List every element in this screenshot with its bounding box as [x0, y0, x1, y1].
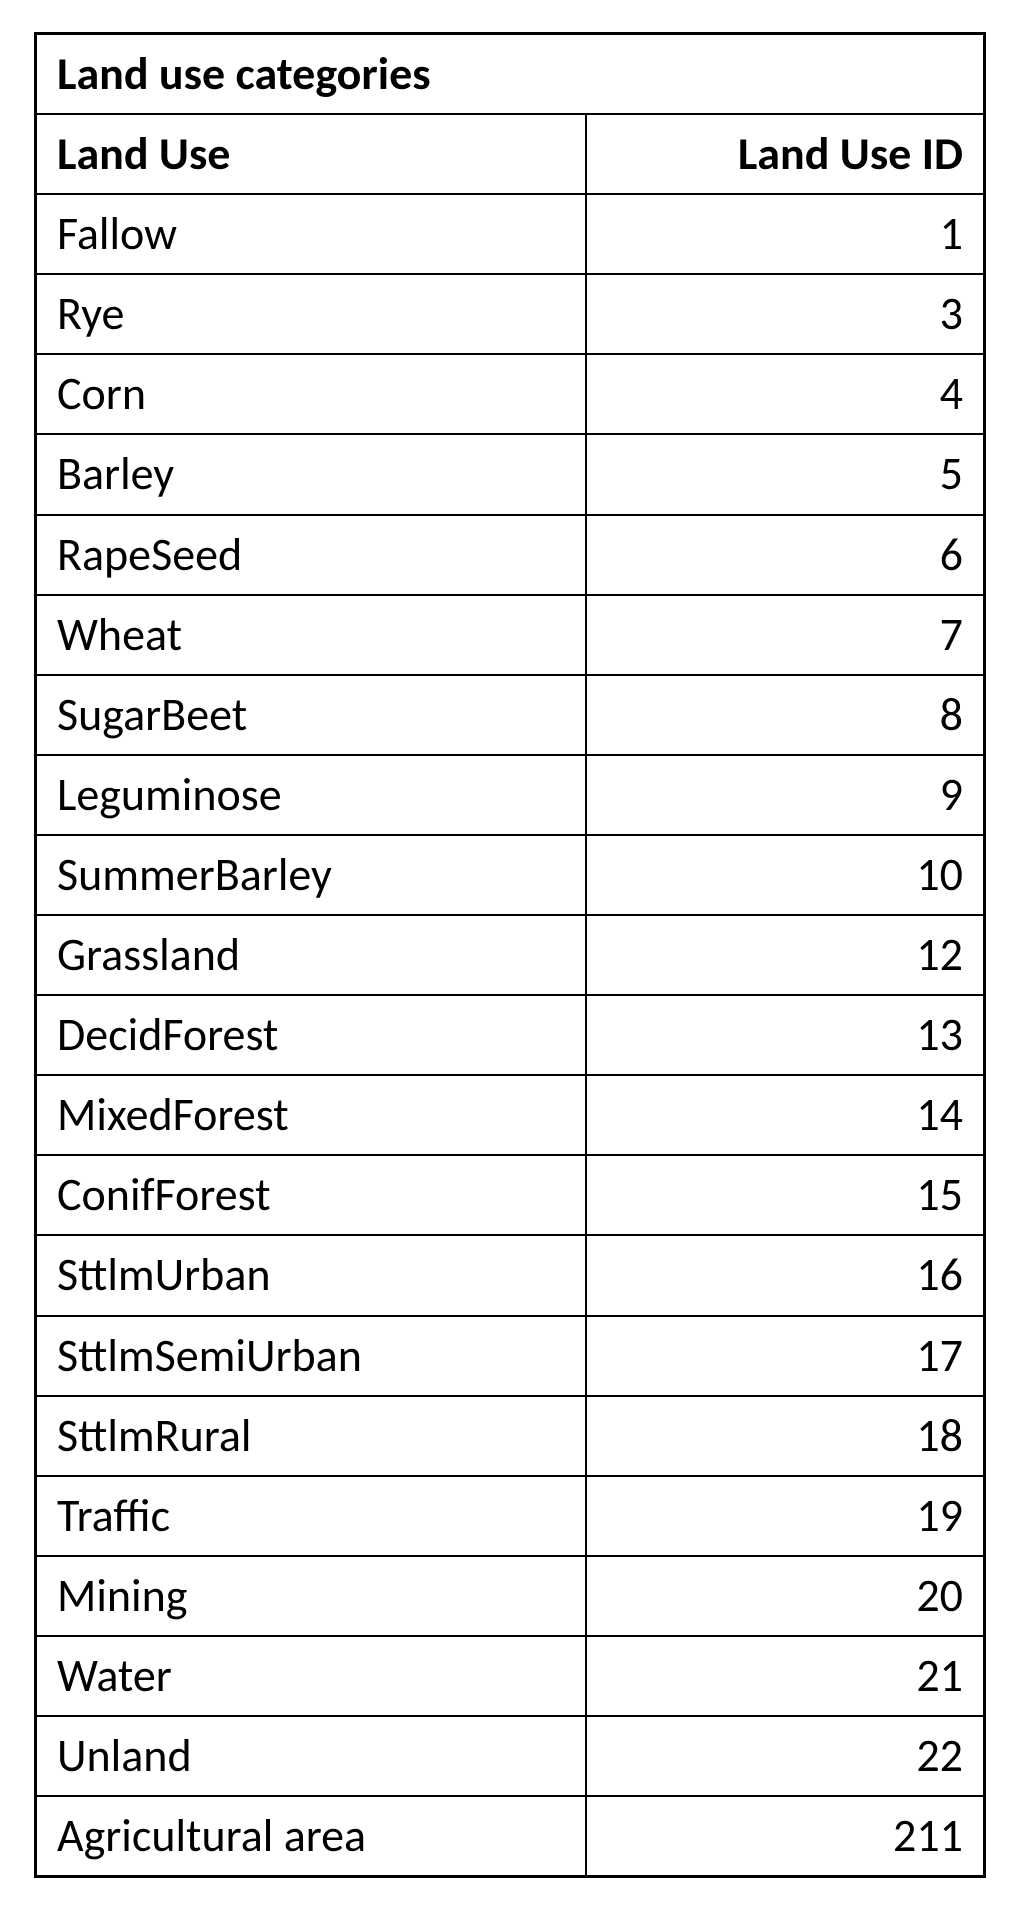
cell-land-use-id: 3 — [586, 274, 985, 354]
cell-land-use-id: 19 — [586, 1476, 985, 1556]
cell-land-use: Traffic — [36, 1476, 586, 1556]
table-row: Rye3 — [36, 274, 985, 354]
cell-land-use: SummerBarley — [36, 835, 586, 915]
cell-land-use-id: 21 — [586, 1636, 985, 1716]
cell-land-use-id: 8 — [586, 675, 985, 755]
table-body: Land use categories Land Use Land Use ID… — [36, 34, 985, 1877]
cell-land-use-id: 7 — [586, 595, 985, 675]
cell-land-use: Fallow — [36, 194, 586, 274]
cell-land-use-id: 10 — [586, 835, 985, 915]
cell-land-use-id: 13 — [586, 995, 985, 1075]
cell-land-use: Water — [36, 1636, 586, 1716]
table-title-row: Land use categories — [36, 34, 985, 115]
table-row: Water21 — [36, 1636, 985, 1716]
cell-land-use: RapeSeed — [36, 515, 586, 595]
cell-land-use-id: 9 — [586, 755, 985, 835]
cell-land-use-id: 1 — [586, 194, 985, 274]
table-row: SttlmRural18 — [36, 1396, 985, 1476]
column-header-land-use-id: Land Use ID — [586, 114, 985, 194]
table-title: Land use categories — [36, 34, 985, 115]
table-row: SugarBeet8 — [36, 675, 985, 755]
table-row: Fallow1 — [36, 194, 985, 274]
table-header-row: Land Use Land Use ID — [36, 114, 985, 194]
column-header-land-use: Land Use — [36, 114, 586, 194]
cell-land-use: Unland — [36, 1716, 586, 1796]
cell-land-use: SttlmRural — [36, 1396, 586, 1476]
table-row: Wheat7 — [36, 595, 985, 675]
cell-land-use: Mining — [36, 1556, 586, 1636]
cell-land-use-id: 16 — [586, 1235, 985, 1315]
cell-land-use: Grassland — [36, 915, 586, 995]
cell-land-use-id: 18 — [586, 1396, 985, 1476]
land-use-table: Land use categories Land Use Land Use ID… — [34, 32, 986, 1878]
table-row: Traffic19 — [36, 1476, 985, 1556]
table-row: DecidForest13 — [36, 995, 985, 1075]
table-row: Corn4 — [36, 354, 985, 434]
cell-land-use: Leguminose — [36, 755, 586, 835]
cell-land-use-id: 6 — [586, 515, 985, 595]
cell-land-use-id: 4 — [586, 354, 985, 434]
cell-land-use: ConifForest — [36, 1155, 586, 1235]
table-row: Barley5 — [36, 434, 985, 514]
table-row: Unland22 — [36, 1716, 985, 1796]
cell-land-use: SttlmSemiUrban — [36, 1316, 586, 1396]
cell-land-use: DecidForest — [36, 995, 586, 1075]
table-row: Grassland12 — [36, 915, 985, 995]
table-row: MixedForest14 — [36, 1075, 985, 1155]
cell-land-use: SugarBeet — [36, 675, 586, 755]
cell-land-use-id: 5 — [586, 434, 985, 514]
cell-land-use-id: 12 — [586, 915, 985, 995]
table-row: Agricultural area211 — [36, 1796, 985, 1877]
cell-land-use-id: 17 — [586, 1316, 985, 1396]
cell-land-use-id: 14 — [586, 1075, 985, 1155]
cell-land-use: Agricultural area — [36, 1796, 586, 1877]
cell-land-use-id: 15 — [586, 1155, 985, 1235]
cell-land-use-id: 22 — [586, 1716, 985, 1796]
table-row: Leguminose9 — [36, 755, 985, 835]
cell-land-use: MixedForest — [36, 1075, 586, 1155]
cell-land-use-id: 211 — [586, 1796, 985, 1877]
table-row: SttlmUrban16 — [36, 1235, 985, 1315]
table-row: Mining20 — [36, 1556, 985, 1636]
cell-land-use: Corn — [36, 354, 586, 434]
table-row: RapeSeed6 — [36, 515, 985, 595]
table-row: SttlmSemiUrban17 — [36, 1316, 985, 1396]
cell-land-use-id: 20 — [586, 1556, 985, 1636]
cell-land-use: SttlmUrban — [36, 1235, 586, 1315]
table-row: ConifForest15 — [36, 1155, 985, 1235]
cell-land-use: Wheat — [36, 595, 586, 675]
cell-land-use: Rye — [36, 274, 586, 354]
cell-land-use: Barley — [36, 434, 586, 514]
table-row: SummerBarley10 — [36, 835, 985, 915]
